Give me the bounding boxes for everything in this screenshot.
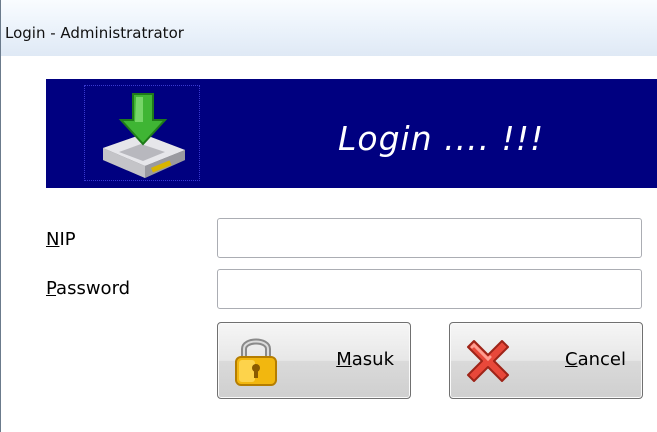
cancel-button-label: Cancel [565,349,626,370]
nip-label-rest: IP [59,229,76,250]
masuk-label-rest: asuk [351,349,394,370]
login-banner: Login .... !!! [46,79,657,188]
masuk-button[interactable]: Masuk [217,322,411,399]
nip-label: NIP [46,229,76,250]
window-title: Login - Administratrator [5,24,184,42]
dialog-content: Login .... !!! NIP Password Masuk Cancel [13,56,657,432]
banner-logo [84,85,200,181]
cancel-label-rest: ancel [577,349,626,370]
download-drive-icon [103,93,185,178]
nip-label-mnemonic: N [46,229,60,250]
red-x-icon [467,340,509,382]
cancel-mnemonic: C [565,349,578,370]
password-label-mnemonic: P [46,278,57,299]
cancel-button[interactable]: Cancel [449,322,643,399]
masuk-button-label: Masuk [336,349,394,370]
nip-input[interactable] [217,218,642,258]
title-bar[interactable]: Login - Administratrator [1,0,657,56]
banner-title: Login .... !!! [338,119,545,158]
padlock-icon [235,338,277,386]
login-window: Login - Administratrator Login .... !!! [0,0,657,432]
password-input[interactable] [217,269,642,309]
masuk-mnemonic: M [336,349,352,370]
password-label: Password [46,278,130,299]
password-label-rest: assword [56,278,131,299]
